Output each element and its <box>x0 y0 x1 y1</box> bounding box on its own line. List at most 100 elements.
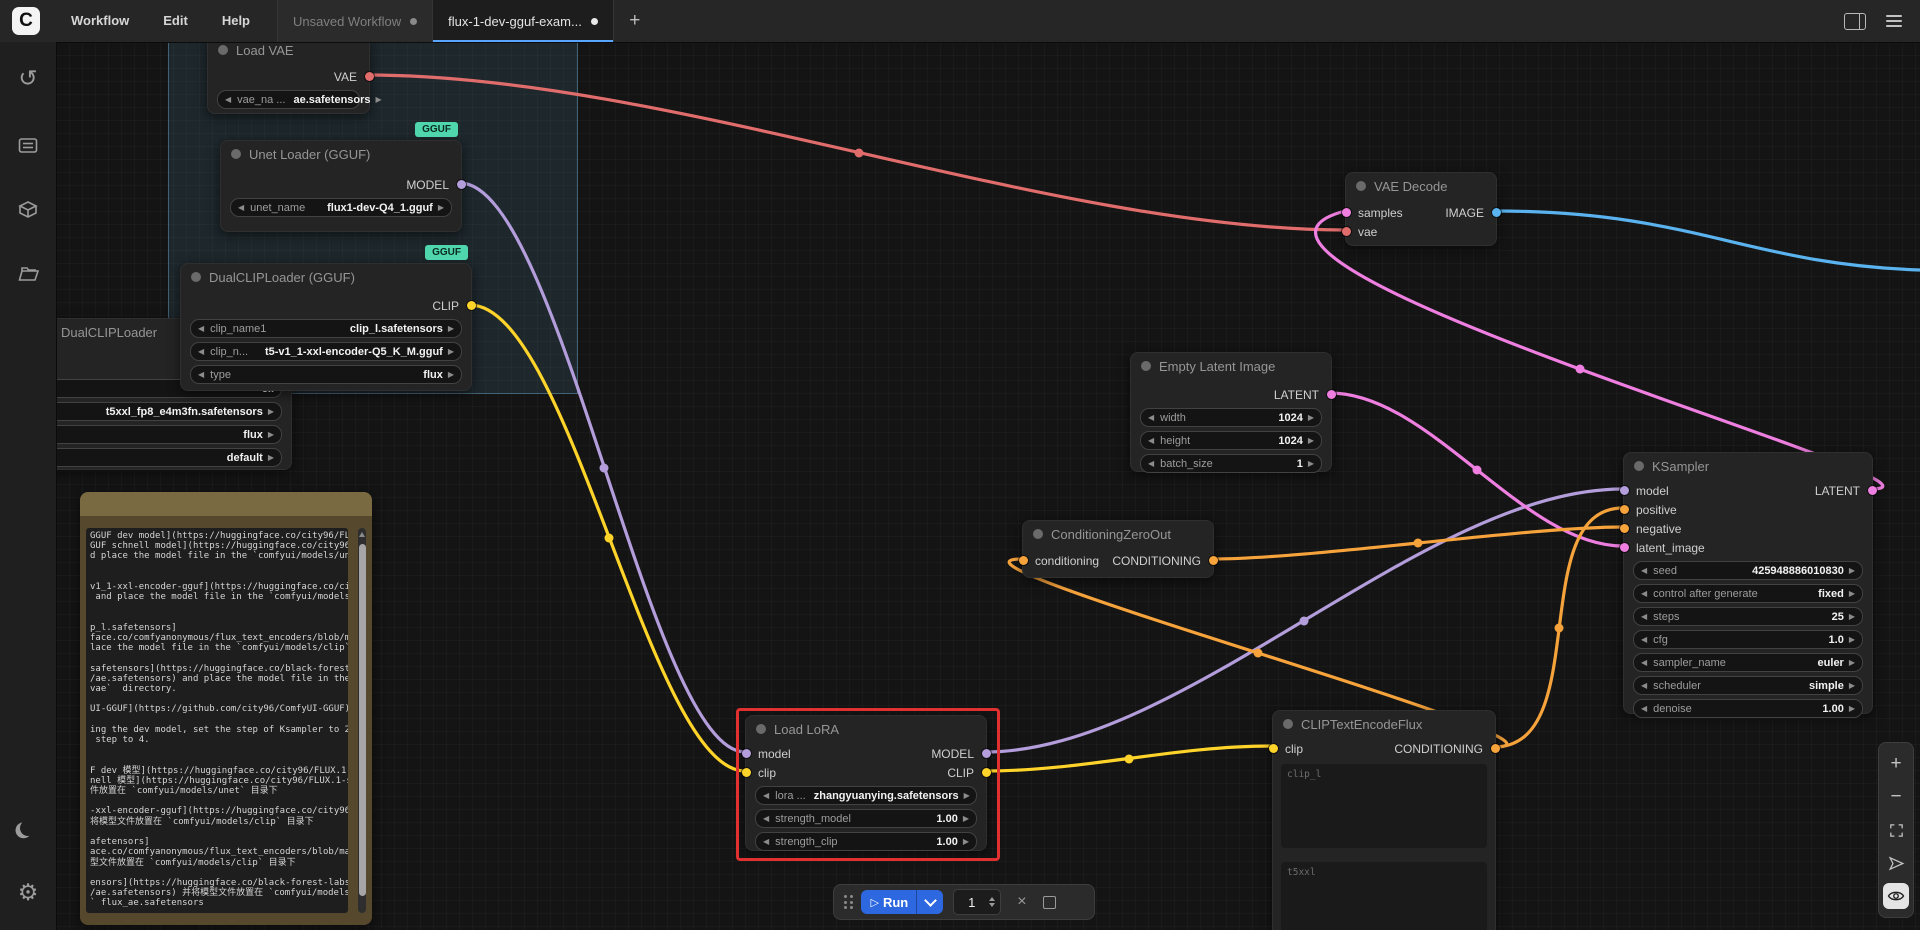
note-title-bar[interactable] <box>80 492 372 516</box>
node-ksampler[interactable]: KSampler model LATENT positive negative … <box>1623 452 1873 714</box>
decrement-icon[interactable] <box>1641 608 1647 625</box>
next-value-icon[interactable] <box>1844 654 1855 671</box>
decrement-icon[interactable] <box>763 833 769 850</box>
prev-value-icon[interactable] <box>238 199 244 216</box>
theme-moon-icon[interactable] <box>0 810 56 846</box>
node-title[interactable]: Unet Loader (GGUF) <box>221 141 461 167</box>
node-conditioning-zero-out[interactable]: ConditioningZeroOut conditioning CONDITI… <box>1022 520 1214 578</box>
widget-clip-name2[interactable]: clip_n...t5-v1_1-xxl-encoder-Q5_K_M.gguf <box>190 342 462 361</box>
widget-unet-name[interactable]: unet_nameflux1-dev-Q4_1.gguf <box>230 198 452 217</box>
decrement-icon[interactable] <box>1148 455 1154 472</box>
select-mode-icon[interactable] <box>1883 850 1909 876</box>
output-slot-model[interactable] <box>982 749 991 758</box>
output-slot-conditioning[interactable] <box>1209 556 1218 565</box>
toggle-link-visibility-eye-icon[interactable] <box>1883 883 1909 909</box>
next-value-icon[interactable] <box>1844 677 1855 694</box>
batch-count-spinner[interactable] <box>989 897 995 907</box>
node-clip-text-encode-flux[interactable]: CLIPTextEncodeFlux clip CONDITIONING <box>1272 710 1496 930</box>
decrement-icon[interactable] <box>1641 562 1647 579</box>
next-value-icon[interactable] <box>443 320 454 337</box>
node-empty-latent-image[interactable]: Empty Latent Image LATENT width1024 heig… <box>1130 352 1332 472</box>
widget-seed[interactable]: seed425948886010830 <box>1633 561 1863 580</box>
prev-value-icon[interactable] <box>198 343 204 360</box>
next-value-icon[interactable] <box>959 787 970 804</box>
node-title[interactable]: CLIPTextEncodeFlux <box>1273 711 1495 737</box>
tab-unsaved-workflow[interactable]: Unsaved Workflow <box>277 0 432 42</box>
widget-cfg[interactable]: cfg1.0 <box>1633 630 1863 649</box>
output-slot-image[interactable] <box>1492 208 1501 217</box>
node-load-lora[interactable]: Load LoRA model MODEL clip CLIP lora ...… <box>745 715 987 851</box>
decrement-icon[interactable] <box>763 810 769 827</box>
input-slot-latent-image[interactable] <box>1620 543 1629 552</box>
node-dualcliploader-gguf[interactable]: GGUF DualCLIPLoader (GGUF) CLIP clip_nam… <box>180 263 472 391</box>
widget-vae-name[interactable]: vae_na ...ae.safetensors <box>217 90 360 109</box>
node-load-vae[interactable]: Load VAE VAE vae_na ...ae.safetensors <box>207 36 370 114</box>
widget-strength-clip[interactable]: strength_clip1.00 <box>755 832 977 851</box>
output-slot-model[interactable] <box>457 180 466 189</box>
increment-icon[interactable] <box>1844 608 1855 625</box>
node-title[interactable]: Load LoRA <box>746 716 986 742</box>
next-value-icon[interactable] <box>371 91 382 108</box>
menu-workflow[interactable]: Workflow <box>54 0 146 42</box>
prev-value-icon[interactable] <box>198 366 204 383</box>
node-title[interactable]: Empty Latent Image <box>1131 353 1331 379</box>
hamburger-menu-icon[interactable] <box>1886 15 1902 27</box>
output-slot-clip[interactable] <box>982 768 991 777</box>
clip-l-prompt-textarea[interactable] <box>1281 764 1487 848</box>
note-scrollbar[interactable] <box>358 528 366 913</box>
toggle-panel-icon[interactable] <box>1844 13 1866 30</box>
widget-strength-model[interactable]: strength_model1.00 <box>755 809 977 828</box>
node-title[interactable]: KSampler <box>1624 453 1872 479</box>
node-title[interactable]: ConditioningZeroOut <box>1023 521 1213 547</box>
comfyui-logo[interactable]: C <box>12 7 40 35</box>
increment-icon[interactable] <box>1303 432 1314 449</box>
scroll-up-icon[interactable] <box>359 532 365 537</box>
settings-gear-icon[interactable]: ⚙ <box>0 874 56 910</box>
input-slot-conditioning[interactable] <box>1019 556 1028 565</box>
unsaved-dot-icon[interactable] <box>591 18 598 25</box>
increment-icon[interactable] <box>958 810 969 827</box>
run-button[interactable]: ▷ Run <box>861 890 944 914</box>
workflows-folder-icon[interactable] <box>0 256 56 292</box>
node-unet-loader-gguf[interactable]: GGUF Unet Loader (GGUF) MODEL unet_namef… <box>220 140 462 232</box>
zoom-out-icon[interactable]: − <box>1883 784 1909 810</box>
widget-clip-name1[interactable]: clip_name1clip_l.safetensors <box>190 319 462 338</box>
widget-sampler-name[interactable]: sampler_nameeuler <box>1633 653 1863 672</box>
decrement-icon[interactable] <box>1641 631 1647 648</box>
batch-count-input[interactable]: 1 <box>953 889 1001 915</box>
input-slot-vae[interactable] <box>1342 227 1351 236</box>
output-slot-clip[interactable] <box>467 301 476 310</box>
prev-value-icon[interactable] <box>763 787 769 804</box>
note-text-area[interactable]: GGUF dev model](https://huggingface.co/c… <box>86 528 348 913</box>
input-slot-samples[interactable] <box>1342 208 1351 217</box>
node-title[interactable]: DualCLIPLoader (GGUF) <box>181 264 471 290</box>
node-vae-decode[interactable]: VAE Decode samples IMAGE vae <box>1345 172 1497 246</box>
input-slot-positive[interactable] <box>1620 505 1629 514</box>
widget-steps[interactable]: steps25 <box>1633 607 1863 626</box>
next-value-icon[interactable] <box>263 403 274 420</box>
output-slot-latent[interactable] <box>1868 486 1877 495</box>
next-value-icon[interactable] <box>263 426 274 443</box>
widget-denoise[interactable]: denoise1.00 <box>1633 699 1863 718</box>
stop-icon[interactable] <box>1043 896 1056 909</box>
output-slot-vae[interactable] <box>365 72 374 81</box>
history-icon[interactable]: ↺ <box>0 60 56 96</box>
decrement-icon[interactable] <box>1148 409 1154 426</box>
output-slot-conditioning[interactable] <box>1491 744 1500 753</box>
menu-edit[interactable]: Edit <box>146 0 205 42</box>
t5xxl-prompt-textarea[interactable] <box>1281 862 1487 930</box>
menu-help[interactable]: Help <box>205 0 267 42</box>
prev-value-icon[interactable] <box>198 320 204 337</box>
increment-icon[interactable] <box>1844 562 1855 579</box>
prev-value-icon[interactable] <box>1641 654 1647 671</box>
increment-icon[interactable] <box>1844 700 1855 717</box>
input-slot-clip[interactable] <box>1269 744 1278 753</box>
next-value-icon[interactable] <box>443 366 454 383</box>
fit-view-icon[interactable] <box>1883 817 1909 843</box>
decrement-icon[interactable] <box>1641 700 1647 717</box>
input-slot-clip[interactable] <box>742 768 751 777</box>
new-tab-button[interactable]: + <box>614 0 656 42</box>
input-slot-negative[interactable] <box>1620 524 1629 533</box>
next-value-icon[interactable] <box>263 449 274 466</box>
next-value-icon[interactable] <box>433 199 444 216</box>
